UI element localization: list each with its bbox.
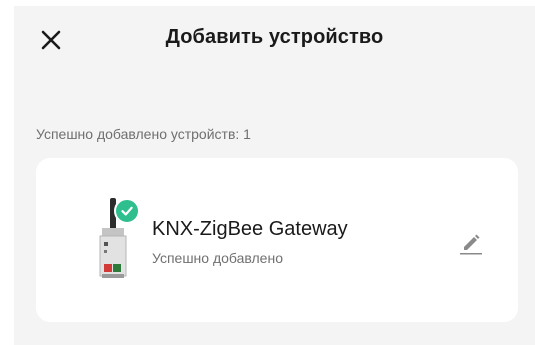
page-title: Добавить устройство [165, 26, 384, 48]
device-card: KNX-ZigBee Gateway Успешно добавлено [36, 158, 518, 322]
added-count-text: Успешно добавлено устройств: 1 [36, 126, 251, 142]
device-status: Успешно добавлено [152, 250, 283, 266]
add-device-screen: Добавить устройство Успешно добавлено ус… [14, 6, 535, 345]
header: Добавить устройство [14, 6, 535, 74]
pencil-icon [460, 234, 482, 255]
check-icon [121, 206, 133, 216]
edit-device-button[interactable] [454, 226, 486, 258]
success-badge [114, 198, 140, 224]
device-name: KNX-ZigBee Gateway [152, 218, 348, 240]
